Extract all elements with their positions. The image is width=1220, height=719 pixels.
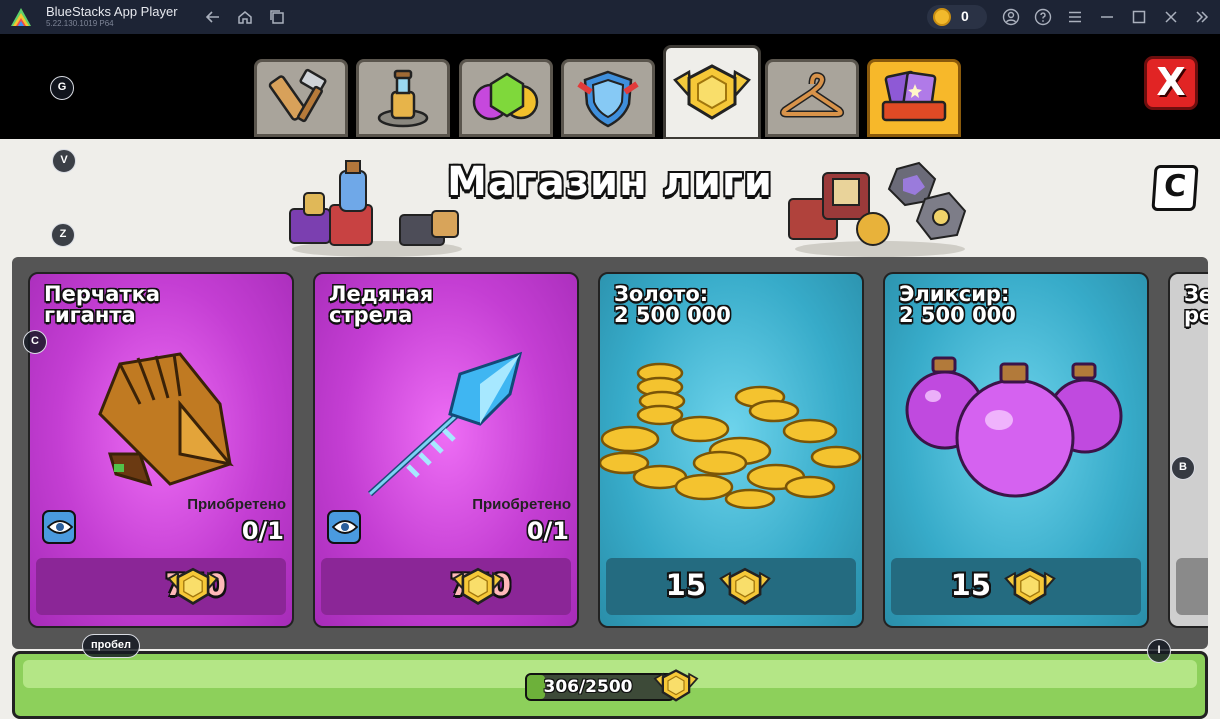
coin-balance[interactable]: 0: [927, 5, 987, 29]
title-bar: BlueStacks App Player 5.22.130.1019 P64 …: [0, 0, 1220, 34]
price-bar: [1176, 558, 1208, 615]
keymap-hint-c: C: [23, 330, 47, 354]
keymap-hint-v: V: [52, 149, 76, 173]
back-icon[interactable]: [203, 7, 223, 27]
keymap-hint-g: G: [50, 76, 74, 100]
preview-eye-button[interactable]: [327, 510, 361, 544]
menu-icon[interactable]: [1065, 7, 1085, 27]
coin-balance-value: 0: [961, 8, 969, 24]
league-medal-icon: [167, 567, 219, 605]
tab-builder-tools[interactable]: [254, 59, 348, 137]
tab-magic-items[interactable]: [356, 59, 450, 137]
item-title: Зе ре: [1184, 282, 1208, 327]
tab-skins[interactable]: [765, 59, 859, 137]
minimize-icon[interactable]: [1097, 7, 1117, 27]
purchase-count: 0/1: [241, 517, 284, 545]
shop-item-elixir[interactable]: Эликсир: 2 500 000 15: [883, 272, 1149, 628]
cards-icon: [881, 70, 947, 122]
home-icon[interactable]: [235, 7, 255, 27]
price-value: 15: [950, 568, 991, 602]
help-icon[interactable]: [1033, 7, 1053, 27]
league-medal-icon: [653, 669, 699, 702]
item-title: Перчатка гиганта: [44, 282, 161, 327]
game-viewport: X Магазин лиги C Перчатка гиганта Приобр…: [0, 34, 1220, 719]
league-shop-panel: Магазин лиги C Перчатка гиганта Приобрет…: [0, 139, 1220, 719]
collapse-sidebar-icon[interactable]: [1192, 7, 1212, 27]
coin-icon: [933, 8, 951, 26]
shop-item-partial[interactable]: Зе ре: [1168, 272, 1208, 628]
price-bar: 750: [36, 558, 286, 615]
item-title: Золото: 2 500 000: [614, 282, 731, 327]
price-bar: 750: [321, 558, 571, 615]
multi-instance-icon[interactable]: [267, 7, 287, 27]
close-window-icon[interactable]: [1161, 7, 1181, 27]
item-title: Ледяная стрела: [329, 282, 434, 327]
item-title: Эликсир: 2 500 000: [899, 282, 1016, 327]
price-bar: 15: [606, 558, 856, 615]
shop-item-frozen-arrow[interactable]: Ледяная стрела Приобретено 0/1 750: [313, 272, 579, 628]
bluestacks-logo-icon: [11, 8, 31, 26]
acquired-label: Приобретено: [472, 496, 571, 513]
giant-gauntlet-icon: [98, 352, 234, 487]
elixir-bottles-icon: [905, 356, 1123, 498]
frozen-arrow-icon: [367, 351, 523, 497]
medal-progress-text: 306/2500: [543, 677, 633, 697]
purchase-count: 0/1: [526, 517, 569, 545]
shield-icon: [577, 70, 639, 128]
potion-icon: [377, 69, 429, 128]
tab-league-shop[interactable]: [663, 45, 761, 140]
league-medal-icon: [719, 567, 771, 605]
shop-items-carousel[interactable]: Перчатка гиганта Приобретено 0/1 750: [12, 257, 1208, 649]
app-version: 5.22.130.1019 P64: [46, 19, 114, 28]
shop-item-giant-gauntlet[interactable]: Перчатка гиганта Приобретено 0/1 750: [28, 272, 294, 628]
keymap-hint-space: пробел: [82, 634, 140, 658]
account-icon[interactable]: [1001, 7, 1021, 27]
gems-icon: [472, 72, 539, 121]
preview-eye-button[interactable]: [42, 510, 76, 544]
price-bar: 15: [891, 558, 1141, 615]
close-shop-button[interactable]: X: [1144, 56, 1198, 110]
eye-icon: [47, 520, 73, 534]
league-medals-progress: 306/2500: [12, 651, 1208, 719]
hanger-icon: [779, 72, 845, 118]
tab-cards[interactable]: [867, 59, 961, 137]
hero-equipment-pile-icon: [788, 161, 967, 257]
keymap-hint-i: I: [1147, 639, 1171, 663]
league-medal-icon: [452, 567, 504, 605]
league-medal-icon: [673, 63, 751, 120]
clan-capital-icon[interactable]: C: [1151, 165, 1199, 211]
app-name: BlueStacks App Player: [46, 4, 178, 19]
eye-icon: [332, 520, 358, 534]
tools-icon: [268, 68, 327, 123]
maximize-icon[interactable]: [1129, 7, 1149, 27]
price-value: 15: [665, 568, 706, 602]
keymap-hint-b: B: [1171, 456, 1195, 480]
tab-shields[interactable]: [561, 59, 655, 137]
keymap-hint-z: Z: [51, 223, 75, 247]
league-medal-icon: [1004, 567, 1056, 605]
gold-coins-icon: [600, 362, 862, 509]
acquired-label: Приобретено: [187, 496, 286, 513]
tab-resources[interactable]: [459, 59, 553, 137]
shop-title: Магазин лиги: [447, 159, 773, 205]
shop-item-gold[interactable]: Золото: 2 500 000 15: [598, 272, 864, 628]
